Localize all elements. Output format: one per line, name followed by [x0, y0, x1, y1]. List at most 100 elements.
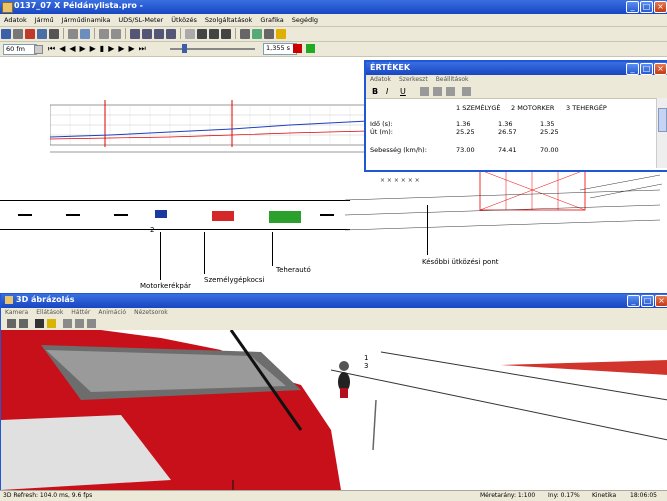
row-label-distance: Út (m):: [370, 128, 393, 136]
car-top-view[interactable]: [211, 210, 235, 222]
cell-speed-2: 74.41: [498, 146, 517, 154]
3d-menu-nezetsorok[interactable]: Nézetsorok: [130, 308, 172, 318]
collision-leader-line: [427, 205, 428, 255]
3d-close-button[interactable]: ×: [655, 295, 667, 307]
zoom-in-icon[interactable]: [130, 29, 140, 39]
values-scrollbar[interactable]: [656, 98, 667, 168]
help-icon[interactable]: [276, 29, 286, 39]
time-slider-thumb[interactable]: [182, 44, 187, 53]
paste-icon[interactable]: [80, 29, 90, 39]
close-button[interactable]: ×: [654, 1, 667, 13]
motorbike-top-view[interactable]: [155, 210, 167, 218]
menu-jarmu[interactable]: Jármű: [31, 14, 58, 26]
values-close-button[interactable]: ×: [654, 63, 667, 75]
accident-sketch: × × × × × ×: [344, 170, 663, 231]
3d-minimize-button[interactable]: _: [627, 295, 640, 307]
menu-uds[interactable]: UDS/SL-Meter: [114, 14, 167, 26]
playback-icons[interactable]: ⏮◀◀▶▶▮▶▶▶⏭: [48, 44, 150, 53]
col-header-3: 3 TEHERGÉP: [566, 104, 607, 112]
car-icon[interactable]: [25, 29, 35, 39]
values-maximize-button[interactable]: □: [640, 63, 653, 75]
maximize-button[interactable]: □: [640, 1, 653, 13]
3d-scene-graphic: [1, 330, 667, 490]
redo-icon[interactable]: [111, 29, 121, 39]
align-center-icon[interactable]: [433, 87, 442, 96]
col-header-2: 2 MOTORKER: [511, 104, 555, 112]
move-icon[interactable]: [47, 319, 56, 328]
values-menu-beallitasok[interactable]: Beállítások: [432, 75, 473, 85]
col-header-1: 1 SZEMÉLYGÉ: [456, 104, 501, 112]
zoom-fit-icon[interactable]: [154, 29, 164, 39]
cell-time-1: 1.36: [456, 120, 471, 128]
settings-icon[interactable]: [240, 29, 250, 39]
fps-select[interactable]: 60 fm: [3, 44, 37, 55]
list-icon[interactable]: [462, 87, 471, 96]
3d-menu-hatter[interactable]: Háttér: [67, 308, 94, 318]
copy-icon[interactable]: [68, 29, 78, 39]
values-toolbar: B I U: [366, 85, 667, 99]
underline-icon[interactable]: U: [400, 87, 409, 96]
bold-icon[interactable]: B: [372, 87, 381, 96]
menu-jarmudinamika[interactable]: Járműdinamika: [58, 14, 115, 26]
3d-view-window: 3D ábrázolás _ □ × Kamera Ellátások Hátt…: [0, 293, 667, 493]
menu-segedlg[interactable]: Segédlg: [288, 14, 322, 26]
main-title-bar: 0137_07 X Példánylista.pro - _ □ ×: [0, 0, 667, 14]
playback-toolbar: 60 fm ⏮◀◀▶▶▮▶▶▶⏭ 1,355 s: [0, 42, 667, 57]
record-icon[interactable]: [293, 44, 302, 53]
3d-menu-ellatasok[interactable]: Ellátások: [32, 308, 67, 318]
truck-leader-line: [272, 232, 273, 266]
values-window: ÉRTÉKEK _ □ × Adatok Szerkeszt Beállítás…: [364, 60, 667, 172]
grid-icon[interactable]: [185, 29, 195, 39]
italic-icon[interactable]: I: [386, 87, 395, 96]
chevron-down-icon[interactable]: [34, 45, 43, 54]
align-right-icon[interactable]: [446, 87, 455, 96]
speed-diagram: [50, 100, 369, 153]
menu-szolgaltatasok[interactable]: Szolgáltatások: [201, 14, 256, 26]
label-later-collision: Későbbi ütközési pont: [422, 258, 499, 266]
3d-copy-icon[interactable]: [19, 319, 28, 328]
measure-icon[interactable]: [264, 29, 274, 39]
truck-top-view[interactable]: [268, 210, 302, 224]
traffic-icon[interactable]: [306, 44, 315, 53]
view-icon-3[interactable]: [87, 319, 96, 328]
marker-1: 1: [364, 354, 369, 362]
minimize-button[interactable]: _: [626, 1, 639, 13]
3d-print-icon[interactable]: [7, 319, 16, 328]
undo-icon[interactable]: [99, 29, 109, 39]
values-minimize-button[interactable]: _: [626, 63, 639, 75]
values-menu-adatok[interactable]: Adatok: [366, 75, 395, 85]
3d-menu-kamera[interactable]: Kamera: [1, 308, 32, 318]
app-icon: [2, 2, 13, 13]
label-motorbike: Motorkerékpár: [140, 282, 192, 290]
chart-icon[interactable]: [252, 29, 262, 39]
3d-maximize-button[interactable]: □: [641, 295, 654, 307]
view-icon-1[interactable]: [63, 319, 72, 328]
pan-icon[interactable]: [166, 29, 176, 39]
camera-icon[interactable]: [35, 319, 44, 328]
menu-utkozes[interactable]: Ütközés: [167, 14, 201, 26]
align-left-icon[interactable]: [420, 87, 429, 96]
car-leader-line: [204, 232, 205, 274]
vehicle-icon-1[interactable]: [197, 29, 207, 39]
tool-icon[interactable]: [49, 29, 59, 39]
row-label-speed: Sebesség (km/h):: [370, 146, 427, 154]
marker-2: 2: [150, 226, 155, 234]
vehicle-icon-3[interactable]: [221, 29, 231, 39]
zoom-out-icon[interactable]: [142, 29, 152, 39]
3d-menu-animacio[interactable]: Animáció: [94, 308, 130, 318]
time-field[interactable]: 1,355 s: [263, 43, 297, 55]
save-icon[interactable]: [1, 29, 11, 39]
vehicle-icon-2[interactable]: [209, 29, 219, 39]
values-scroll-thumb[interactable]: [658, 108, 667, 132]
menu-adatok[interactable]: Adatok: [0, 14, 31, 26]
menu-grafika[interactable]: Grafika: [256, 14, 287, 26]
values-menu-szerkeszt[interactable]: Szerkeszt: [395, 75, 432, 85]
motorbike-leader-line: [160, 232, 161, 280]
3d-scene[interactable]: 1 3: [1, 330, 667, 490]
cell-time-3: 1.35: [540, 120, 555, 128]
values-window-title: ÉRTÉKEK: [370, 63, 411, 72]
print-icon[interactable]: [13, 29, 23, 39]
truck-icon[interactable]: [37, 29, 47, 39]
3d-toolbar: [1, 318, 667, 330]
view-icon-2[interactable]: [75, 319, 84, 328]
